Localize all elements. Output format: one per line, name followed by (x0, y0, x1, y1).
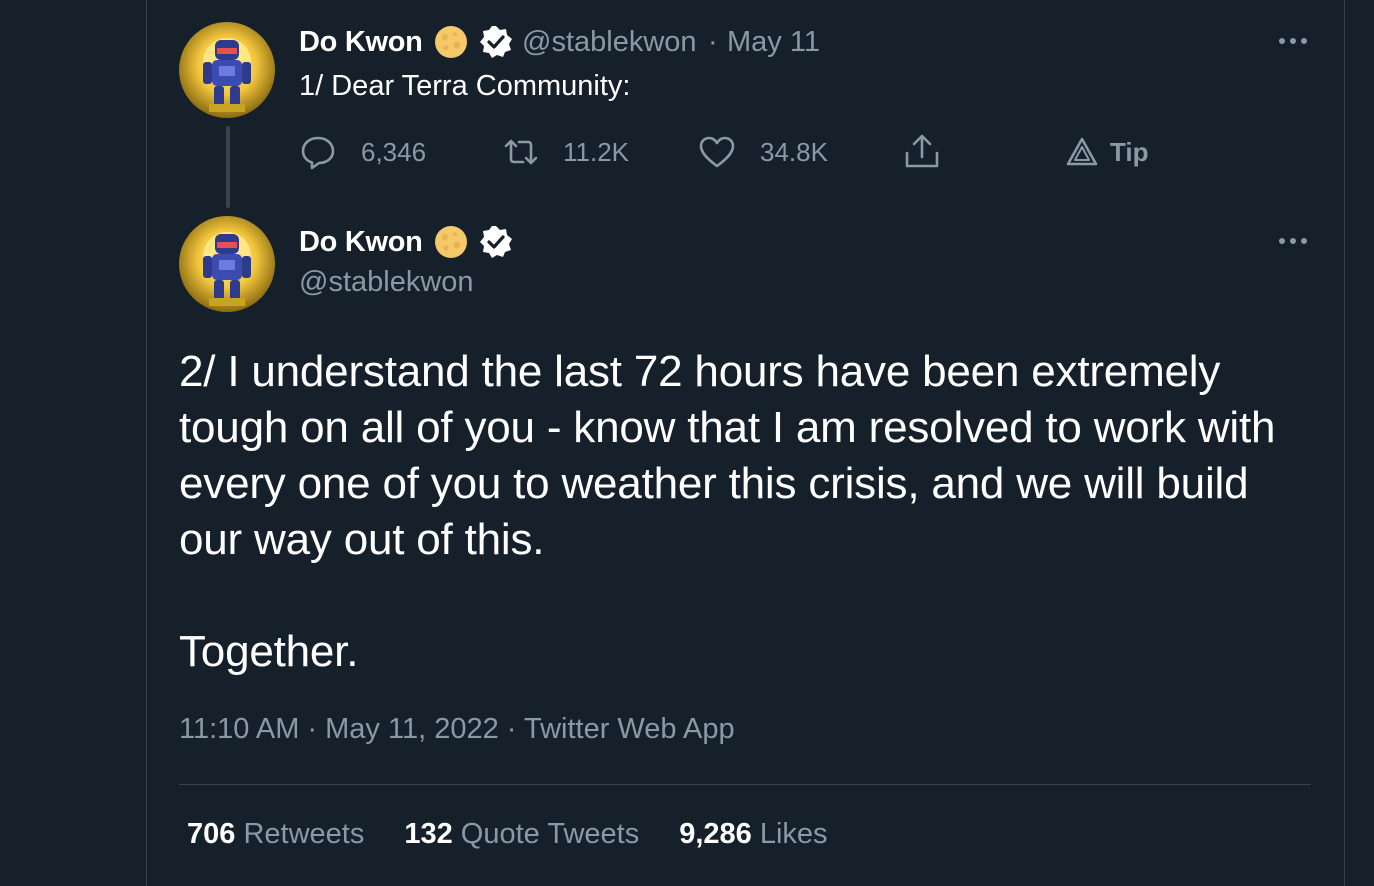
tweet-date[interactable]: May 11 (727, 26, 820, 59)
retweets-count: 706 (187, 818, 236, 850)
retweets-stat[interactable]: 706 Retweets (187, 818, 364, 851)
retweet-count: 11.2K (563, 136, 630, 167)
tweet-text: 2/ I understand the last 72 hours have b… (179, 344, 1319, 680)
reply-count: 6,346 (361, 136, 427, 167)
moon-emoji-icon (435, 26, 467, 58)
divider (179, 784, 1311, 785)
author-name[interactable]: Do Kwon (299, 26, 423, 59)
retweet-icon (504, 139, 538, 165)
tip-button[interactable]: Tip (1066, 132, 1149, 172)
avatar-robot-icon (179, 22, 275, 118)
verified-badge-icon (480, 226, 512, 258)
heart-icon (699, 136, 735, 168)
quote-tweets-count: 132 (404, 818, 453, 850)
like-button[interactable]: 34.8K (698, 132, 828, 172)
likes-count: 9,286 (679, 818, 752, 850)
author-name[interactable]: Do Kwon (299, 226, 423, 259)
likes-stat[interactable]: 9,286 Likes (679, 818, 827, 851)
likes-label: Likes (759, 818, 828, 850)
share-button[interactable] (903, 132, 941, 172)
separator-dot: · (708, 26, 718, 58)
reply-button[interactable]: 6,346 (299, 132, 426, 172)
author-handle[interactable]: @stablekwon (299, 266, 474, 299)
avatar-robot-icon (179, 216, 275, 312)
thread-connector-line (226, 126, 230, 208)
engagement-stats: 706 Retweets 132 Quote Tweets 9,286 Like… (187, 818, 828, 851)
author-handle[interactable]: @stablekwon (522, 26, 697, 59)
reply-icon (301, 136, 335, 170)
quote-tweets-stat[interactable]: 132 Quote Tweets (404, 818, 639, 851)
tweet-paragraph: Together. (179, 627, 359, 676)
avatar[interactable] (179, 216, 275, 312)
tweet-text: 1/ Dear Terra Community: (299, 70, 631, 102)
share-icon (905, 134, 939, 168)
tip-icon (1066, 137, 1098, 166)
tip-label: Tip (1110, 136, 1149, 167)
retweets-label: Retweets (243, 818, 365, 850)
verified-badge-icon (480, 26, 512, 58)
quote-tweets-label: Quote Tweets (460, 818, 640, 850)
avatar[interactable] (179, 22, 275, 118)
tweet-timestamp[interactable]: 11:10 AM · May 11, 2022 · Twitter Web Ap… (179, 713, 735, 746)
more-icon[interactable] (1274, 31, 1314, 51)
like-count: 34.8K (760, 136, 828, 167)
more-icon[interactable] (1274, 231, 1314, 251)
moon-emoji-icon (435, 226, 467, 258)
retweet-button[interactable]: 11.2K (501, 132, 629, 172)
tweet-paragraph: 2/ I understand the last 72 hours have b… (179, 347, 1276, 564)
